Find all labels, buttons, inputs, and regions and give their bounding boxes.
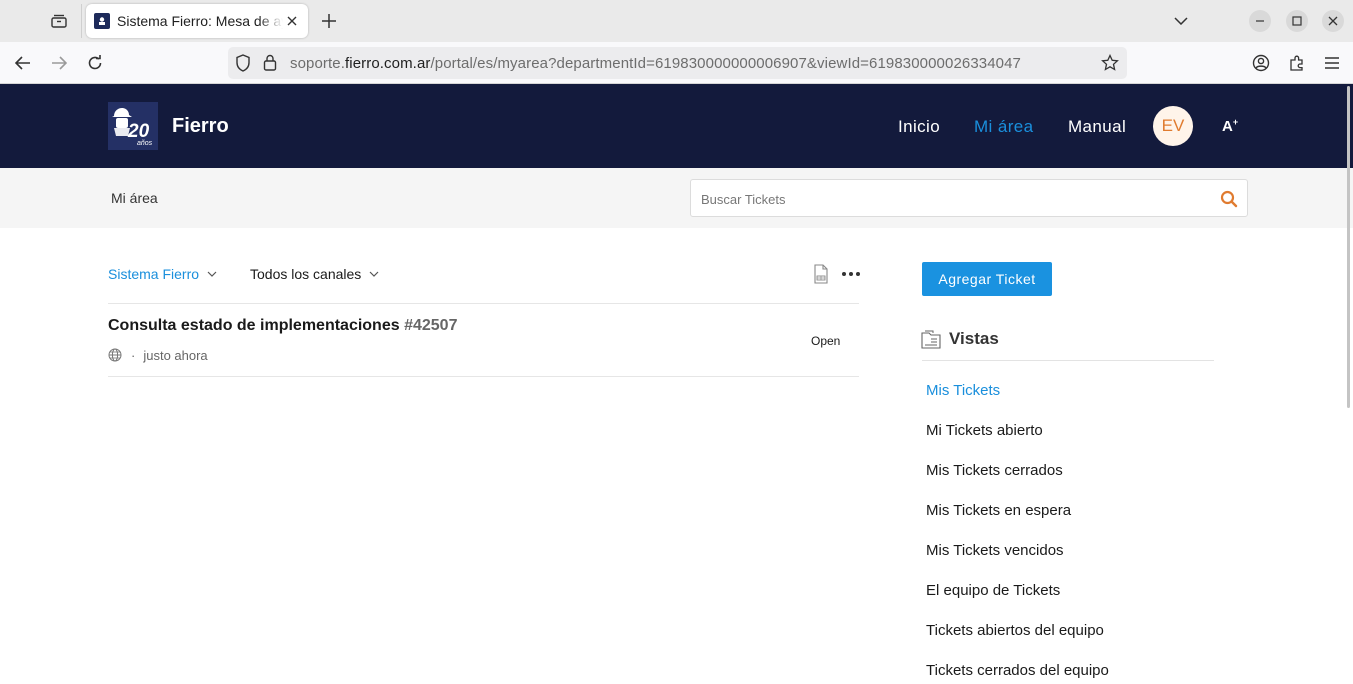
url-text[interactable]: soporte.fierro.com.ar/portal/es/myarea?d…	[290, 55, 1021, 72]
chevron-down-icon	[207, 271, 217, 277]
ticket-number[interactable]: #42507	[404, 317, 457, 334]
window-close-icon[interactable]	[1322, 10, 1344, 32]
channel-filter-label: Todos los canales	[250, 266, 362, 282]
bookmark-star-icon[interactable]	[1101, 53, 1119, 77]
account-icon[interactable]	[1250, 52, 1272, 74]
tab-title: Sistema Fierro: Mesa de ayuda	[117, 13, 283, 29]
window-minimize-icon[interactable]	[1249, 10, 1271, 32]
tab-close-icon[interactable]	[284, 13, 300, 29]
window-maximize-icon[interactable]	[1286, 10, 1308, 32]
nav-link-home[interactable]: Inicio	[898, 117, 940, 137]
url-prefix: soporte.	[290, 55, 345, 72]
tracking-protection-shield-icon[interactable]	[235, 54, 251, 77]
meta-separator: ·	[131, 347, 136, 363]
department-filter-dropdown[interactable]: Sistema Fierro	[108, 266, 217, 282]
url-path: /portal/es/myarea?departmentId=619830000…	[430, 55, 1021, 72]
lock-icon[interactable]	[263, 54, 277, 76]
browser-tab-active[interactable]: Sistema Fierro: Mesa de ayuda	[86, 4, 308, 38]
view-item-tickets-cerrados-equipo[interactable]: Tickets cerrados del equipo	[926, 662, 1109, 684]
brand-logo[interactable]: 20 años	[108, 102, 158, 150]
search-input[interactable]	[701, 189, 1201, 209]
ticket-time: justo ahora	[143, 347, 208, 363]
sub-header: Mi área	[0, 168, 1353, 228]
view-item-mi-tickets-abierto[interactable]: Mi Tickets abierto	[926, 422, 1109, 462]
favicon-icon	[94, 13, 110, 29]
view-item-equipo-tickets[interactable]: El equipo de Tickets	[926, 582, 1109, 622]
svg-text:años: años	[137, 140, 153, 147]
view-item-mis-tickets-en-espera[interactable]: Mis Tickets en espera	[926, 502, 1109, 542]
list-divider	[108, 303, 859, 304]
new-tab-icon[interactable]	[318, 10, 340, 32]
view-item-mis-tickets-cerrados[interactable]: Mis Tickets cerrados	[926, 462, 1109, 502]
reload-icon[interactable]	[84, 52, 106, 74]
view-item-tickets-abiertos-equipo[interactable]: Tickets abiertos del equipo	[926, 622, 1109, 662]
views-title: Vistas	[949, 329, 999, 348]
address-bar[interactable]: soporte.fierro.com.ar/portal/es/myarea?d…	[228, 47, 1127, 79]
ticket-status-badge: Open	[811, 334, 841, 348]
tab-overview-icon[interactable]	[44, 8, 74, 34]
extensions-icon[interactable]	[1286, 52, 1308, 74]
back-arrow-icon[interactable]	[12, 52, 34, 74]
site-header: 20 años Fierro Inicio Mi área Manual EV …	[0, 84, 1353, 168]
nav-link-my-area[interactable]: Mi área	[974, 117, 1034, 137]
ticket-subject[interactable]: Consulta estado de implementaciones	[108, 317, 400, 334]
globe-icon	[108, 348, 122, 362]
add-ticket-button[interactable]: Agregar Ticket	[922, 262, 1052, 296]
tab-list-chevron-icon[interactable]	[1171, 11, 1191, 31]
user-avatar[interactable]: EV	[1153, 106, 1193, 146]
forward-arrow-icon[interactable]	[48, 52, 70, 74]
brand-name[interactable]: Fierro	[172, 115, 229, 138]
tab-separator	[81, 4, 82, 38]
ticket-search-box[interactable]	[690, 179, 1248, 217]
url-host: fierro.com.ar	[345, 55, 431, 72]
department-filter-label: Sistema Fierro	[108, 266, 200, 282]
channel-filter-dropdown[interactable]: Todos los canales	[250, 266, 379, 282]
ticket-meta: · justo ahora	[108, 346, 208, 364]
breadcrumb: Mi área	[111, 190, 158, 206]
views-header: Vistas	[921, 328, 999, 350]
views-list: Mis Tickets Mi Tickets abierto Mis Ticke…	[926, 382, 1109, 684]
views-folder-icon	[921, 330, 941, 349]
browser-nav-bar: soporte.fierro.com.ar/portal/es/myarea?d…	[0, 42, 1353, 84]
font-size-toggle-icon[interactable]: A+	[1222, 117, 1238, 135]
menu-hamburger-icon[interactable]	[1321, 52, 1343, 74]
list-divider	[108, 376, 859, 377]
export-csv-icon[interactable]	[813, 264, 829, 284]
nav-link-manual[interactable]: Manual	[1068, 117, 1126, 137]
more-options-icon[interactable]	[842, 268, 860, 280]
view-item-mis-tickets[interactable]: Mis Tickets	[926, 382, 1109, 422]
chevron-down-icon	[369, 271, 379, 277]
view-item-mis-tickets-vencidos[interactable]: Mis Tickets vencidos	[926, 542, 1109, 582]
views-divider	[922, 360, 1214, 361]
search-icon[interactable]	[1220, 190, 1238, 208]
svg-text:20: 20	[127, 121, 150, 142]
ticket-subject-link[interactable]: Consulta estado de implementaciones #425…	[108, 317, 457, 335]
browser-tab-bar: Sistema Fierro: Mesa de ayuda	[0, 0, 1353, 42]
page-scrollbar[interactable]	[1347, 86, 1350, 408]
